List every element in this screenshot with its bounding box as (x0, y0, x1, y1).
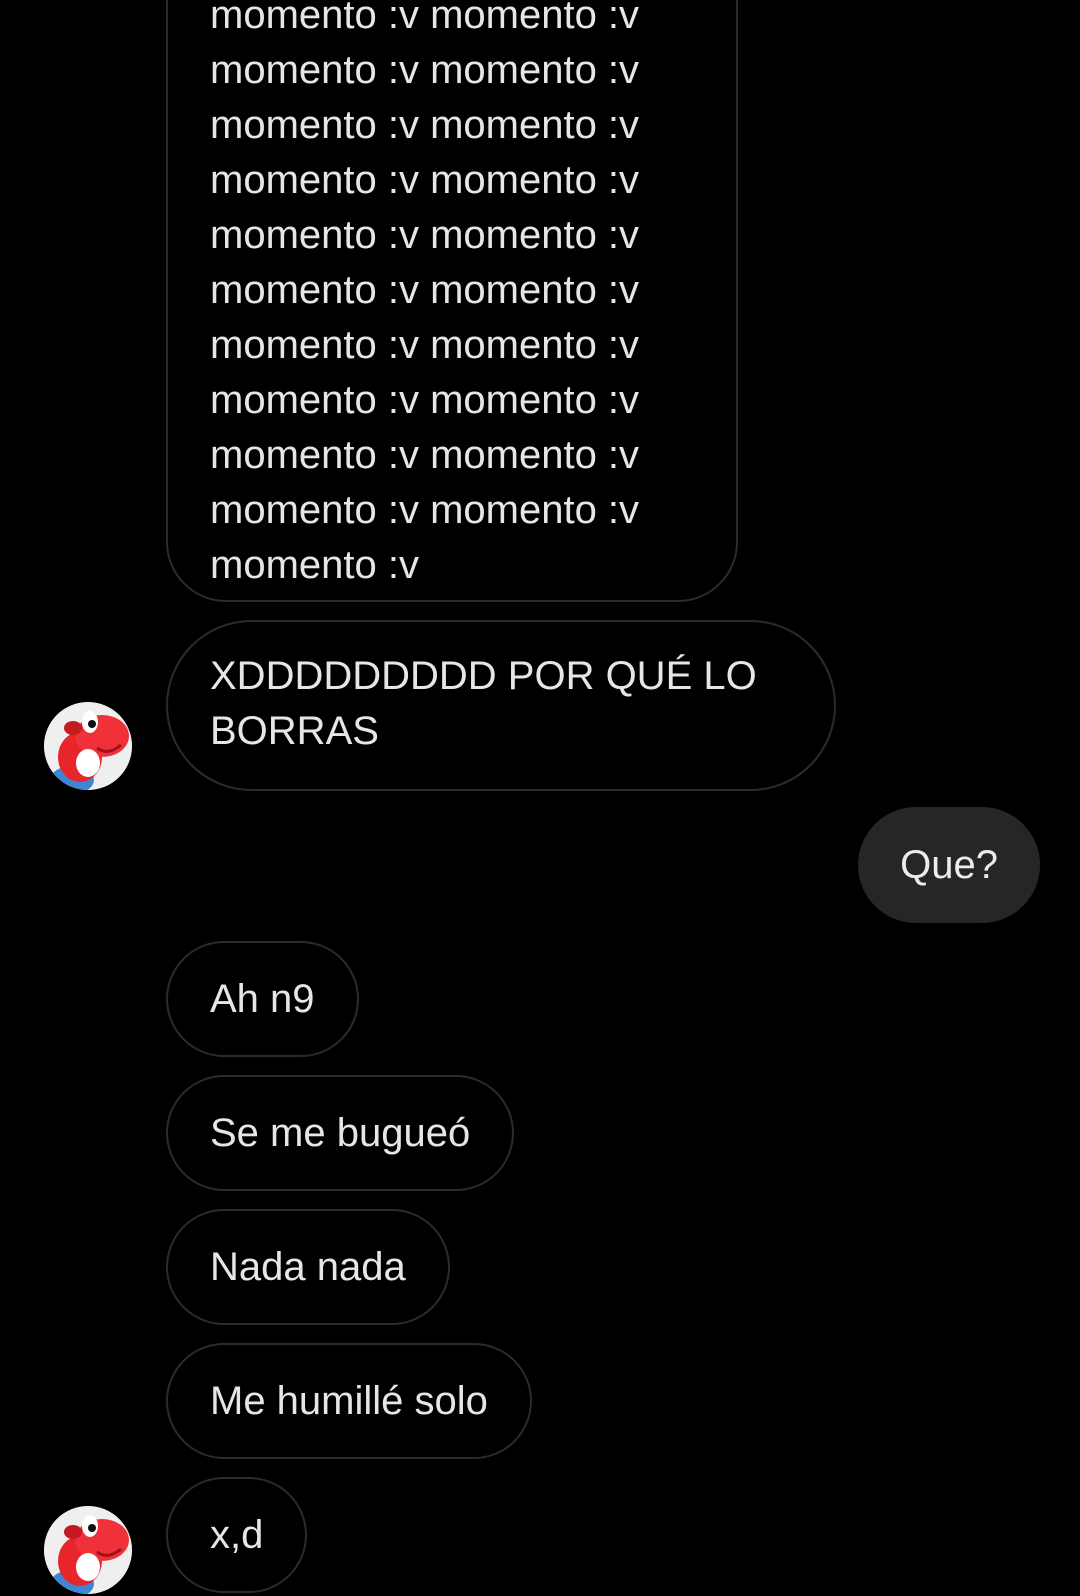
message-bubble-incoming[interactable]: Nada nada (166, 1209, 450, 1325)
contact-avatar-icon[interactable] (44, 1506, 132, 1594)
red-yoshi-avatar-icon (44, 702, 132, 790)
message-bubble-incoming[interactable]: Se me bugueó (166, 1075, 515, 1191)
message-bubble-incoming[interactable]: XDDDDDDDDD POR QUÉ LO BORRAS (166, 620, 836, 791)
red-yoshi-avatar-icon (44, 1506, 132, 1594)
message-bubble-incoming[interactable]: x,d (166, 1477, 308, 1593)
chat-thread[interactable]: momento :v momento :v momento :v momento… (0, 0, 1080, 1596)
message-bubble-outgoing[interactable]: Que? (858, 807, 1040, 923)
message-bubble-incoming[interactable]: Me humillé solo (166, 1343, 532, 1459)
contact-avatar-icon[interactable] (44, 702, 132, 790)
message-bubble-incoming[interactable]: momento :v momento :v momento :v momento… (166, 0, 738, 602)
message-bubble-incoming[interactable]: Ah n9 (166, 941, 359, 1057)
